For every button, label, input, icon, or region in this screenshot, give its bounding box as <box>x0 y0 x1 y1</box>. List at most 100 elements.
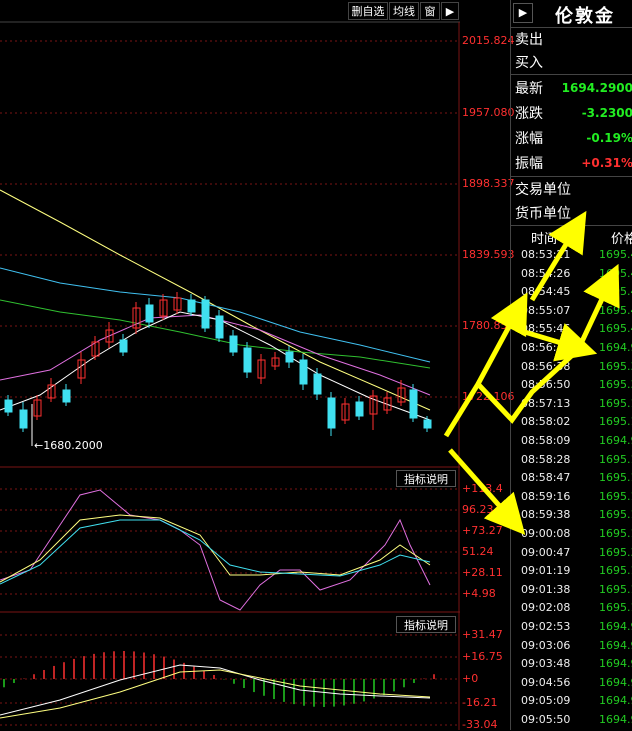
price-axis-label: 1957.080 <box>462 106 515 119</box>
tick-time: 08:57:13 <box>521 396 571 410</box>
candle <box>243 347 252 373</box>
tick-time-header: 时间 <box>531 232 558 247</box>
tick-time: 08:58:47 <box>521 471 571 485</box>
candle <box>313 373 322 395</box>
tick-time: 08:56:38 <box>521 359 571 373</box>
candle <box>145 304 154 323</box>
tick-price: 1695.1 <box>599 601 632 615</box>
tick-price: 1695.1 <box>599 415 632 429</box>
tick-time: 09:05:09 <box>521 694 571 708</box>
tick-time: 09:05:50 <box>521 713 571 726</box>
price-axis-label: 1839.593 <box>462 248 515 261</box>
tick-price: 1695.4 <box>599 303 632 317</box>
indicator1-axis-label: 51.24 <box>462 545 494 558</box>
tick-time: 09:02:08 <box>521 601 571 615</box>
indicator2-axis-label: -33.04 <box>462 718 498 731</box>
indicator2-axis-label: +31.47 <box>462 628 503 641</box>
latest-label: 最新 <box>515 81 543 97</box>
delete-watchlist-button[interactable]: 删自选 <box>348 2 388 20</box>
price-axis-label: 2015.824 <box>462 34 515 47</box>
price-axis-label: 1780.85 <box>462 319 508 332</box>
tick-price: 1694.9 <box>599 713 632 726</box>
candle <box>409 389 418 419</box>
candle <box>285 351 294 363</box>
tick-price: 1695.1 <box>599 452 632 466</box>
tick-price-header: 价格 <box>611 232 632 247</box>
tick-time: 09:01:19 <box>521 564 571 578</box>
tick-price: 1695.3 <box>599 359 632 373</box>
ma-lines-button[interactable]: 均线 <box>389 2 419 20</box>
kline-chart-svg <box>0 21 460 730</box>
tick-time: 08:53:21 <box>521 248 571 261</box>
tick-time: 08:59:38 <box>521 508 571 522</box>
tick-price: 1694.9 <box>599 638 632 652</box>
quote-sidebar: ▶ 伦敦金 卖出 买入 最新 1694.2900 涨跌 -3.2300 涨幅 -… <box>510 0 632 730</box>
tick-price: 1694.9 <box>599 675 632 689</box>
kline-chart-area[interactable]: 删自选 均线 窗 ▶ 指标说明 指标说明 ←1680.2000 <box>0 0 460 730</box>
tick-price: 1694.9 <box>599 341 632 354</box>
tick-price: 1695.1 <box>599 527 632 540</box>
indicator1-axis-label: +73.27 <box>462 524 503 537</box>
candle <box>215 315 224 339</box>
sidebar-header: ▶ 伦敦金 <box>511 0 632 28</box>
tick-price: 1694.9 <box>599 434 632 447</box>
tick-time: 08:54:45 <box>521 285 571 299</box>
indicator2-axis-label: +16.75 <box>462 650 503 663</box>
candle <box>355 401 364 417</box>
indicator1-axis-label: +4.98 <box>462 587 496 600</box>
divider <box>511 225 632 226</box>
trade-unit-label: 交易单位 <box>515 182 571 198</box>
tick-time: 09:04:56 <box>521 675 571 689</box>
window-button[interactable]: 窗 <box>420 2 440 20</box>
tick-time: 08:56:21 <box>521 341 571 354</box>
currency-unit-label: 货币单位 <box>515 206 571 222</box>
amplitude-label: 振幅 <box>515 156 543 172</box>
tick-time: 09:01:38 <box>521 582 571 596</box>
indicator1-line <box>0 489 431 611</box>
latest-value: 1694.2900 <box>561 81 632 95</box>
play-icon[interactable]: ▶ <box>441 2 459 20</box>
tick-time: 08:55:07 <box>521 303 571 317</box>
change-pct-label: 涨幅 <box>515 131 543 147</box>
tick-time: 08:58:02 <box>521 415 571 429</box>
candle <box>119 339 128 353</box>
tick-time: 09:00:47 <box>521 545 571 559</box>
indicator1-axis-label: +28.11 <box>462 566 503 579</box>
tick-price: 1694.9 <box>599 694 632 708</box>
divider <box>511 74 632 75</box>
candle <box>299 359 308 385</box>
tick-price: 1695.1 <box>599 508 632 522</box>
price-axis-label: 1898.337 <box>462 177 515 190</box>
change-label: 涨跌 <box>515 106 543 122</box>
change-value: -3.2300 <box>581 106 632 120</box>
indicator1-info-button[interactable]: 指标说明 <box>396 470 456 487</box>
candle <box>327 397 336 429</box>
tick-price: 1695.1 <box>599 582 632 596</box>
indicator2-info-button[interactable]: 指标说明 <box>396 616 456 633</box>
indicator1-axis-label: +113.4 <box>462 482 503 495</box>
candle <box>19 409 28 429</box>
tick-time: 08:56:50 <box>521 378 571 392</box>
change-pct-value: -0.19% <box>586 131 632 145</box>
tick-price: 1695.1 <box>599 564 632 578</box>
candle <box>4 399 13 413</box>
tick-time: 09:03:06 <box>521 638 571 652</box>
play-icon[interactable]: ▶ <box>513 3 533 23</box>
tick-price: 1695.4 <box>599 248 632 261</box>
tick-price: 1694.9 <box>599 620 632 633</box>
tick-price: 1695.4 <box>599 322 632 336</box>
tick-time: 08:54:26 <box>521 266 571 280</box>
tick-time: 08:58:09 <box>521 434 571 447</box>
tick-time: 08:58:28 <box>521 452 571 466</box>
tick-time: 08:55:46 <box>521 322 571 336</box>
ma-line <box>0 314 431 396</box>
tick-time: 09:00:08 <box>521 527 571 540</box>
price-axis-label: 1722.106 <box>462 390 515 403</box>
candle <box>62 389 71 403</box>
indicator2-axis-label: +0 <box>462 672 479 685</box>
low-price-value: 1680.2000 <box>43 439 103 452</box>
tick-price: 1695.4 <box>599 266 632 280</box>
buy-label: 买入 <box>515 55 543 71</box>
candle <box>229 335 238 353</box>
candle <box>423 419 432 429</box>
